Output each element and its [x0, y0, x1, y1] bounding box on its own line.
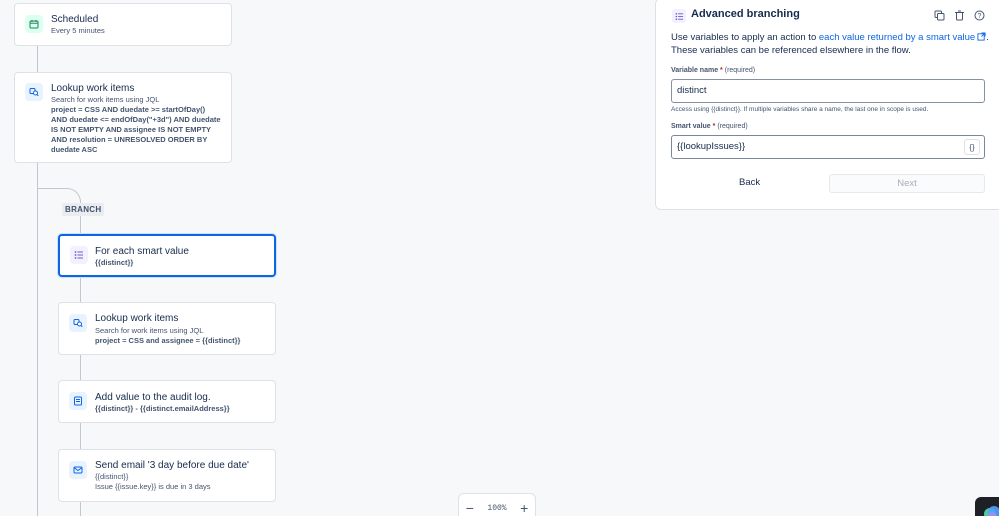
zoom-in-button[interactable]: +: [520, 500, 528, 516]
panel-toolbar: ?: [934, 8, 985, 26]
zoom-level: 100%: [487, 503, 507, 513]
smart-value-input[interactable]: {{lookupIssues}} {}: [671, 135, 985, 159]
audit-log-icon: [69, 392, 87, 410]
search-items-icon: [69, 314, 87, 332]
smart-value-label: Smart value * (required): [671, 123, 748, 130]
lookup-title: Lookup work items: [51, 83, 135, 94]
for-each-branch-card[interactable]: For each smart value {{distinct}}: [58, 234, 276, 277]
audit-log-card[interactable]: Add value to the audit log. {{distinct}}…: [58, 380, 276, 423]
audit-title: Add value to the audit log.: [95, 392, 211, 403]
label-text: Variable name: [671, 67, 719, 74]
email-title: Send email '3 day before due date': [95, 460, 249, 471]
duplicate-icon[interactable]: [934, 8, 945, 26]
lookup-subtitle: Search for work items using JQL: [95, 326, 204, 335]
panel-title: Advanced branching: [691, 8, 800, 20]
connector-line: [37, 46, 38, 72]
connector-line: [80, 355, 81, 381]
jql-query: project = CSS and assignee = {{distinct}…: [95, 336, 241, 345]
smart-value-link[interactable]: each value returned by a smart value: [819, 32, 975, 43]
audit-value: {{distinct}} - {{distinct.emailAddress}}: [95, 404, 230, 413]
zoom-control: − 100% +: [458, 493, 536, 516]
calendar-icon: [25, 15, 43, 33]
connector-line: [80, 501, 81, 516]
required-marker: *: [712, 123, 716, 130]
svg-text:?: ?: [978, 13, 982, 20]
trash-icon[interactable]: [954, 8, 965, 26]
branch-list-icon: [70, 246, 88, 264]
smart-value-text: {{lookupIssues}}: [677, 141, 746, 152]
zoom-out-button[interactable]: −: [466, 500, 474, 516]
connector-line: [80, 277, 81, 303]
variable-hint: Access using {{distinct}}. If multiple v…: [671, 106, 929, 113]
search-items-icon: [25, 83, 43, 101]
label-text: Smart value: [671, 123, 711, 130]
back-button[interactable]: Back: [739, 177, 760, 188]
required-marker: *: [720, 67, 723, 74]
email-body: Issue {{issue.key}} is due in 3 days: [95, 482, 211, 491]
connector-line: [80, 423, 81, 449]
lookup-work-items-card[interactable]: Lookup work items Search for work items …: [58, 302, 276, 355]
for-each-value: {{distinct}}: [95, 258, 134, 267]
branch-label: BRANCH: [62, 203, 105, 216]
required-text: (required): [717, 123, 748, 130]
branch-list-icon: [672, 9, 686, 23]
trigger-title: Scheduled: [51, 14, 99, 25]
app-logo[interactable]: [975, 497, 999, 516]
description-text: Use variables to apply an action to: [671, 32, 819, 43]
email-icon: [69, 461, 87, 479]
trigger-card[interactable]: Scheduled Every 5 minutes: [14, 3, 232, 46]
help-icon[interactable]: ?: [974, 8, 985, 26]
for-each-title: For each smart value: [95, 246, 189, 257]
send-email-card[interactable]: Send email '3 day before due date' {{dis…: [58, 449, 276, 502]
advanced-branching-panel: Advanced branching ? Use variables to ap…: [655, 0, 999, 210]
trigger-subtitle: Every 5 minutes: [51, 26, 105, 35]
lookup-subtitle: Search for work items using JQL: [51, 95, 160, 104]
required-text: (required): [724, 67, 756, 74]
lookup-title: Lookup work items: [95, 313, 179, 324]
email-recipient: {{distinct}}: [95, 472, 129, 481]
external-link-icon: [975, 32, 986, 43]
next-button[interactable]: Next: [829, 174, 985, 193]
panel-description: Use variables to apply an action to each…: [671, 31, 991, 57]
variable-name-input[interactable]: distinct: [671, 79, 985, 103]
insert-smart-value-button[interactable]: {}: [964, 139, 980, 155]
lookup-work-items-card[interactable]: Lookup work items Search for work items …: [14, 72, 232, 163]
jql-query: project = CSS AND duedate >= startOfDay(…: [51, 105, 221, 154]
variable-name-label: Variable name * (required): [671, 67, 755, 74]
